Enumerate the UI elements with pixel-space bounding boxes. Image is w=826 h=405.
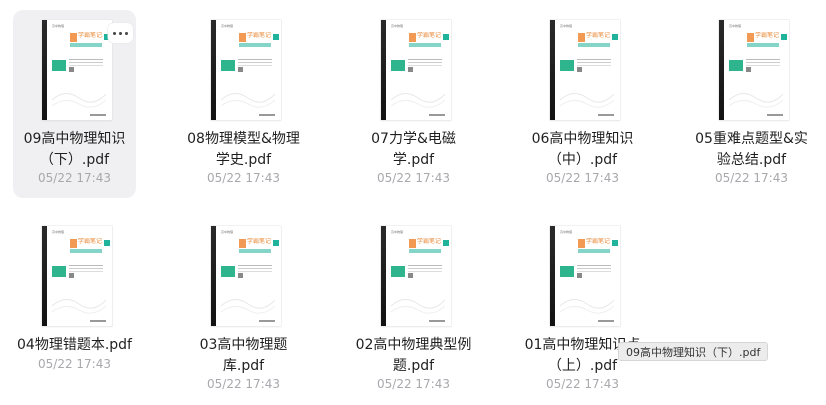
file-tile[interactable]: 高中物理 学霸笔记 02高中物理典型例题.pdf 05/22 17:43 xyxy=(352,216,475,404)
pdf-thumbnail[interactable]: 高中物理 学霸笔记 xyxy=(381,226,451,326)
file-name[interactable]: 05重难点题型&实验总结.pdf xyxy=(690,129,813,171)
file-date: 05/22 17:43 xyxy=(546,377,619,391)
pdf-thumbnail[interactable]: 高中物理 学霸笔记 xyxy=(211,226,281,326)
pdf-thumbnail[interactable]: 高中物理 学霸笔记 xyxy=(719,20,789,120)
file-tile[interactable]: 高中物理 学霸笔记 04物理错题本.pdf 05/22 17:43 xyxy=(13,216,136,404)
file-tile[interactable]: 高中物理 学霸笔记 08物理模型&物理学史.pdf 05/22 17:43 xyxy=(182,10,305,198)
file-name[interactable]: 06高中物理知识（中）.pdf xyxy=(521,129,644,171)
file-name[interactable]: 03高中物理题库.pdf xyxy=(182,335,305,377)
file-date: 05/22 17:43 xyxy=(207,377,280,391)
file-name[interactable]: 02高中物理典型例题.pdf xyxy=(352,335,475,377)
file-tile[interactable]: 高中物理 学霸笔记 06高中物理知识（中）.pdf 05/22 17:43 xyxy=(521,10,644,198)
file-date: 05/22 17:43 xyxy=(377,377,450,391)
file-date: 05/22 17:43 xyxy=(38,357,111,371)
file-date: 05/22 17:43 xyxy=(546,171,619,185)
file-tile[interactable]: 高中物理 学霸笔记 07力学&电磁学.pdf 05/22 17:43 xyxy=(352,10,475,198)
ellipsis-icon xyxy=(113,31,116,35)
pdf-thumbnail[interactable]: 高中物理 学霸笔记 xyxy=(42,226,112,326)
pdf-thumbnail[interactable]: 高中物理 学霸笔记 xyxy=(550,226,620,326)
file-date: 05/22 17:43 xyxy=(377,171,450,185)
file-tile[interactable]: 高中物理 学霸笔记 05重难点题型&实验总结.pdf 05/22 17:43 xyxy=(690,10,813,198)
pdf-thumbnail[interactable]: 高中物理 学霸笔记 xyxy=(211,20,281,120)
file-name[interactable]: 04物理错题本.pdf xyxy=(13,335,136,356)
file-tile[interactable]: 高中物理 学霸笔记 01高中物理知识点（上）.pdf 05/22 17:43 xyxy=(521,216,644,404)
pdf-thumbnail[interactable]: 高中物理 学霸笔记 xyxy=(381,20,451,120)
pdf-thumbnail[interactable]: 高中物理 学霸笔记 xyxy=(42,20,112,120)
file-name[interactable]: 09高中物理知识（下）.pdf xyxy=(13,129,136,171)
file-name[interactable]: 08物理模型&物理学史.pdf xyxy=(182,129,305,171)
file-date: 05/22 17:43 xyxy=(207,171,280,185)
more-options-button[interactable] xyxy=(108,23,133,43)
file-tile[interactable]: 高中物理 学霸笔记 09高中物理知识（下）.pdf 05/22 17:43 xyxy=(13,10,136,198)
file-date: 05/22 17:43 xyxy=(38,171,111,185)
file-tile[interactable]: 高中物理 学霸笔记 03高中物理题库.pdf 05/22 17:43 xyxy=(182,216,305,404)
pdf-thumbnail[interactable]: 高中物理 学霸笔记 xyxy=(550,20,620,120)
filename-tooltip: 09高中物理知识（下）.pdf xyxy=(618,342,769,361)
file-name[interactable]: 07力学&电磁学.pdf xyxy=(352,129,475,171)
file-date: 05/22 17:43 xyxy=(715,171,788,185)
